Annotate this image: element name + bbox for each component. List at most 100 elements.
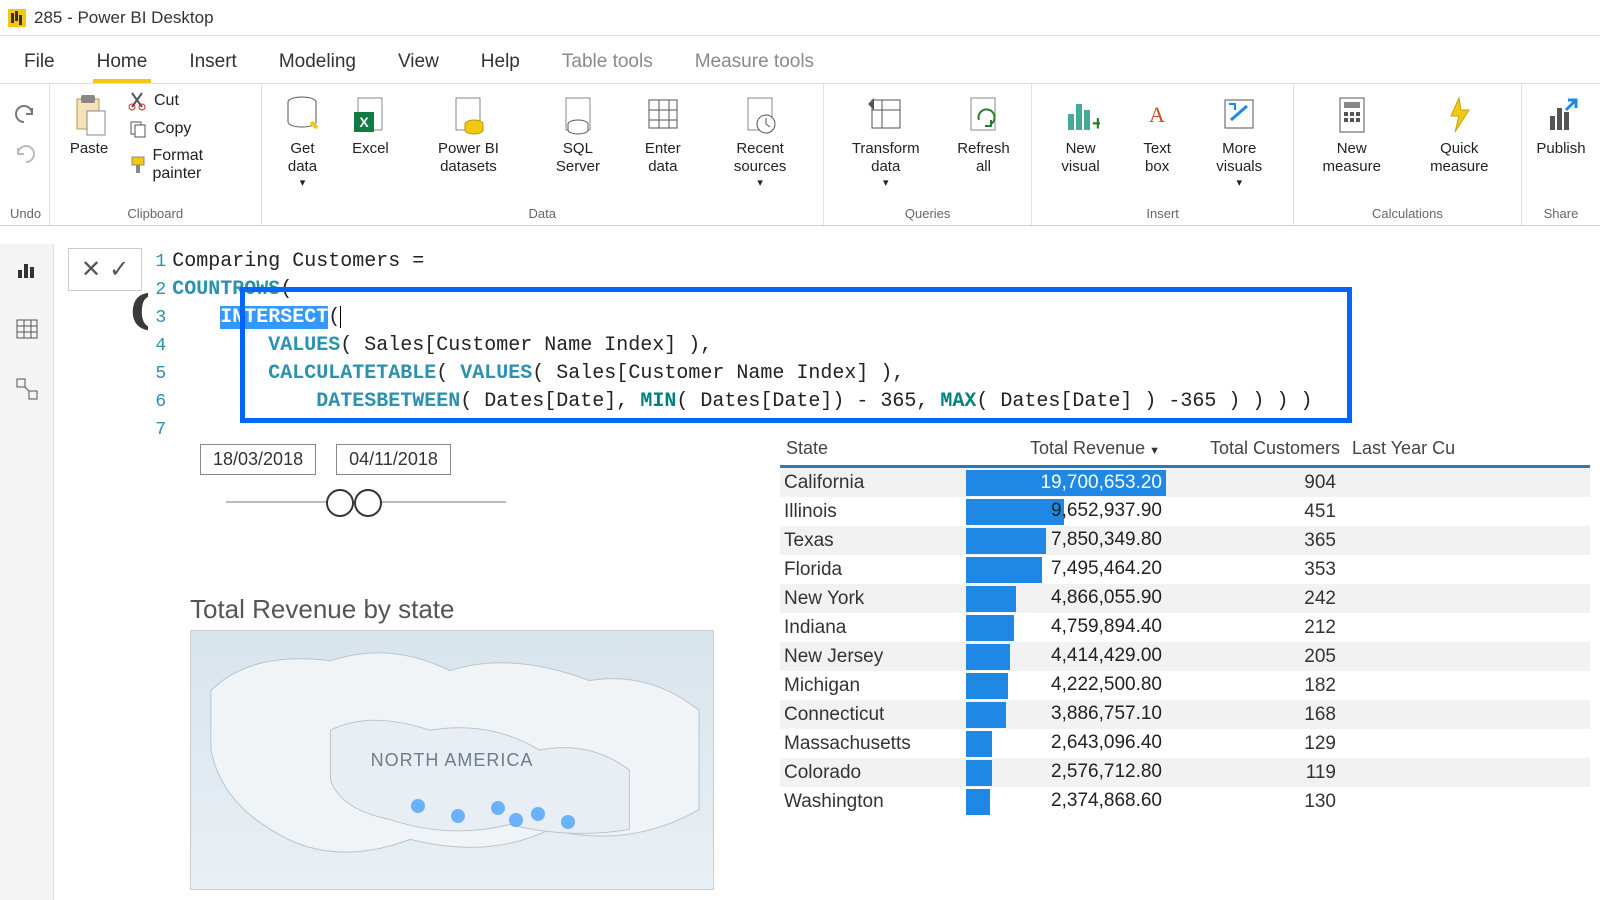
cut-button[interactable]: Cut	[126, 90, 251, 112]
table-row[interactable]: Massachusetts2,643,096.40129	[780, 729, 1590, 758]
group-calculations: New measure Quick measure Calculations	[1294, 84, 1522, 225]
table-row[interactable]: Washington2,374,868.60130	[780, 787, 1590, 816]
report-view-icon[interactable]	[12, 254, 42, 284]
menu-file[interactable]: File	[20, 43, 59, 83]
cell-revenue: 4,414,429.00	[966, 643, 1166, 671]
code-line[interactable]: 2COUNTROWS(	[148, 276, 1312, 304]
cell-state: Florida	[780, 559, 966, 581]
menu-home[interactable]: Home	[93, 43, 152, 83]
map-visual[interactable]: NORTH AMERICA	[190, 630, 714, 890]
cell-revenue: 2,643,096.40	[966, 730, 1166, 758]
cell-state: Michigan	[780, 675, 966, 697]
code-line[interactable]: 3 INTERSECT(	[148, 304, 1312, 332]
cell-customers: 242	[1166, 588, 1346, 610]
new-visual-button[interactable]: + New visual	[1042, 90, 1118, 178]
pbi-datasets-button[interactable]: Power BI datasets	[407, 90, 529, 178]
cell-state: Indiana	[780, 617, 966, 639]
table-row[interactable]: Illinois9,652,937.90451	[780, 497, 1590, 526]
dax-editor[interactable]: 1Comparing Customers =2COUNTROWS(3 INTER…	[148, 248, 1312, 444]
cell-customers: 182	[1166, 675, 1346, 697]
group-data-label: Data	[272, 204, 813, 223]
group-calc-label: Calculations	[1304, 204, 1511, 223]
sql-server-button[interactable]: SQL Server	[537, 90, 618, 178]
cell-revenue: 4,866,055.90	[966, 585, 1166, 613]
table-row[interactable]: Texas7,850,349.80365	[780, 526, 1590, 555]
menu-help[interactable]: Help	[477, 43, 524, 83]
table-row[interactable]: Florida7,495,464.20353	[780, 555, 1590, 584]
paste-button[interactable]: Paste	[60, 90, 118, 160]
publish-button[interactable]: Publish	[1532, 90, 1590, 160]
excel-button[interactable]: X Excel	[341, 90, 399, 160]
code-line[interactable]: 4 VALUES( Sales[Customer Name Index] ),	[148, 332, 1312, 360]
code-line[interactable]: 1Comparing Customers =	[148, 248, 1312, 276]
cell-customers: 205	[1166, 646, 1346, 668]
formula-bar[interactable]: ✕ ✓ 1Comparing Customers =2COUNTROWS(3 I…	[68, 248, 1590, 444]
group-insert: + New visual A Text box More visuals▾ In…	[1032, 84, 1294, 225]
quick-measure-button[interactable]: Quick measure	[1408, 90, 1511, 178]
menu-modeling[interactable]: Modeling	[275, 43, 360, 83]
recent-sources-button[interactable]: Recent sources▾	[707, 90, 813, 191]
group-share-label: Share	[1532, 204, 1590, 223]
app-icon	[8, 9, 26, 27]
table-row[interactable]: California19,700,653.20904	[780, 468, 1590, 497]
sort-desc-icon: ▼	[1149, 445, 1160, 457]
table-visual[interactable]: State Total Revenue▼ Total Customers Las…	[780, 436, 1590, 816]
menu-insert[interactable]: Insert	[185, 43, 241, 83]
map-title: Total Revenue by state	[190, 594, 455, 625]
slicer-to-date[interactable]: 04/11/2018	[336, 444, 451, 475]
map-label: NORTH AMERICA	[371, 750, 534, 771]
cell-state: New York	[780, 588, 966, 610]
col-last-year[interactable]: Last Year Cu	[1346, 436, 1590, 461]
svg-text:X: X	[360, 114, 370, 130]
menu-view[interactable]: View	[394, 43, 443, 83]
col-state[interactable]: State	[780, 436, 966, 461]
menu-measure-tools[interactable]: Measure tools	[691, 43, 818, 83]
group-clipboard-label: Clipboard	[60, 204, 251, 223]
new-measure-button[interactable]: New measure	[1304, 90, 1400, 178]
table-row[interactable]: Indiana4,759,894.40212	[780, 613, 1590, 642]
copy-button[interactable]: Copy	[126, 118, 251, 140]
text-box-button[interactable]: A Text box	[1127, 90, 1188, 178]
model-view-icon[interactable]	[12, 374, 42, 404]
code-line[interactable]: 5 CALCULATETABLE( VALUES( Sales[Customer…	[148, 360, 1312, 388]
table-row[interactable]: Connecticut3,886,757.10168	[780, 700, 1590, 729]
cell-revenue: 4,759,894.40	[966, 614, 1166, 642]
code-line[interactable]: 6 DATESBETWEEN( Dates[Date], MIN( Dates[…	[148, 388, 1312, 416]
more-visuals-button[interactable]: More visuals▾	[1196, 90, 1283, 191]
cancel-formula-icon[interactable]: ✕	[81, 255, 101, 284]
get-data-button[interactable]: Get data▾	[272, 90, 334, 191]
enter-data-button[interactable]: Enter data	[626, 90, 699, 178]
table-header: State Total Revenue▼ Total Customers Las…	[780, 436, 1590, 468]
table-row[interactable]: Michigan4,222,500.80182	[780, 671, 1590, 700]
group-undo: Undo	[0, 84, 50, 225]
menubar: File Home Insert Modeling View Help Tabl…	[0, 36, 1600, 84]
cell-revenue: 2,374,868.60	[966, 788, 1166, 816]
undo-icon[interactable]	[12, 100, 38, 126]
date-slicer[interactable]: 18/03/2018 04/11/2018	[200, 444, 506, 523]
menu-table-tools[interactable]: Table tools	[558, 43, 657, 83]
cell-customers: 119	[1166, 762, 1346, 784]
format-painter-icon	[128, 155, 146, 175]
slider-handle-right[interactable]	[354, 489, 382, 517]
data-view-icon[interactable]	[12, 314, 42, 344]
table-row[interactable]: New Jersey4,414,429.00205	[780, 642, 1590, 671]
cell-revenue: 9,652,937.90	[966, 498, 1166, 526]
col-revenue[interactable]: Total Revenue▼	[966, 436, 1166, 461]
table-row[interactable]: New York4,866,055.90242	[780, 584, 1590, 613]
commit-formula-icon[interactable]: ✓	[109, 255, 129, 284]
cell-customers: 353	[1166, 559, 1346, 581]
slicer-slider[interactable]	[226, 483, 506, 523]
redo-icon[interactable]	[12, 140, 38, 166]
slicer-from-date[interactable]: 18/03/2018	[200, 444, 316, 475]
format-painter-button[interactable]: Format painter	[126, 146, 251, 184]
transform-data-button[interactable]: Transform data▾	[834, 90, 938, 191]
col-customers[interactable]: Total Customers	[1166, 436, 1346, 461]
slider-handle-left[interactable]	[326, 489, 354, 517]
copy-icon	[128, 119, 148, 139]
table-row[interactable]: Colorado2,576,712.80119	[780, 758, 1590, 787]
cell-customers: 451	[1166, 501, 1346, 523]
refresh-button[interactable]: Refresh all	[946, 90, 1022, 178]
group-undo-label: Undo	[10, 204, 39, 223]
cell-state: Washington	[780, 791, 966, 813]
cut-icon	[128, 91, 148, 111]
